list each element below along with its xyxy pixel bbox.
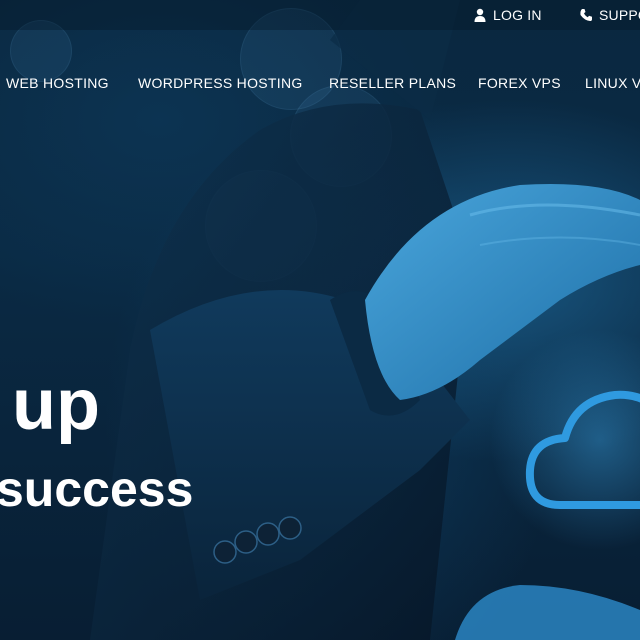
nav-item-wordpress-hosting[interactable]: WORDPRESS HOSTING [138, 72, 303, 94]
login-label: LOG IN [493, 7, 542, 23]
login-link[interactable]: LOG IN [473, 5, 542, 25]
top-utility-bar: LOG IN SUPPO [0, 0, 640, 30]
user-icon [474, 8, 486, 22]
hero-banner: LOG IN SUPPO WEB HOSTING WORDPRESS HOSTI… [0, 0, 640, 640]
nav-item-forex-vps[interactable]: FOREX VPS [478, 72, 561, 94]
nav-item-reseller-plans[interactable]: RESELLER PLANS [329, 72, 456, 94]
hero-headline-line2: success [0, 461, 194, 517]
nav-item-linux-vps[interactable]: LINUX V [585, 72, 640, 94]
cloud-icon [525, 390, 640, 509]
support-label: SUPPO [599, 7, 640, 23]
hero-headline-line1: up [12, 365, 100, 445]
phone-icon [580, 9, 592, 21]
support-link[interactable]: SUPPO [579, 5, 640, 25]
nav-item-web-hosting[interactable]: WEB HOSTING [6, 72, 109, 94]
